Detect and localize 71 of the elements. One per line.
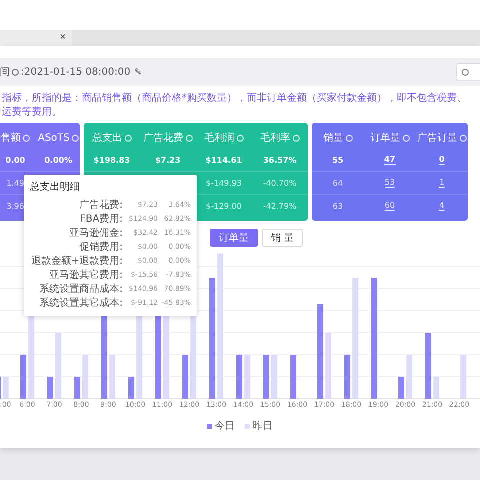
today-bar <box>74 377 80 399</box>
today-bar <box>20 355 26 399</box>
metric-tab[interactable]: 订单量 <box>210 229 258 247</box>
value-link[interactable]: 1 <box>439 178 445 188</box>
metric-value: 1.49 <box>6 178 24 188</box>
legend-label: 昨日 <box>253 420 273 433</box>
tooltip-title: 总支出明细 <box>30 180 81 194</box>
legend-label: 今日 <box>215 420 235 433</box>
yesterday-bar <box>272 355 278 399</box>
metric-value: 0.00% <box>44 156 72 164</box>
column-header: 毛利润 <box>204 131 244 145</box>
today-bar <box>48 377 54 399</box>
metric-value: $-149.93 <box>206 178 242 188</box>
cost-label: 系统设置商品成本: <box>38 282 123 296</box>
time-label: 间 <box>0 66 10 79</box>
value-link[interactable]: 53 <box>384 178 396 188</box>
today-bar <box>128 377 134 399</box>
metric-tab[interactable]: 销 量 <box>262 229 303 247</box>
yesterday-bar <box>110 355 116 399</box>
yesterday-bar <box>244 355 250 399</box>
value-link[interactable]: 60 <box>384 201 396 211</box>
cost-label: 广告花费: <box>78 198 123 212</box>
metric-value: $198.83 <box>94 156 130 164</box>
cost-label: 促销费用: <box>78 240 123 254</box>
metric-value: $114.61 <box>206 156 242 164</box>
metric-value: 3.96 <box>6 202 24 210</box>
yesterday-bar <box>434 377 440 399</box>
time-value: :2021-01-15 08:00:00 <box>21 66 131 78</box>
column-header: 售额 <box>1 131 30 145</box>
yesterday-bar <box>326 333 332 399</box>
value-link[interactable]: 4 <box>439 201 445 211</box>
notice-text: 指标，所指的是：商品销售额（商品价格*购买数量），而非订单金额（买家付款金额），即不包含税费、运费等费用。 <box>1 92 468 120</box>
metric-value: $-129.00 <box>206 202 242 210</box>
cost-label: 退款金额+退款费用: <box>30 254 123 268</box>
today-bar <box>344 355 350 399</box>
today-bar <box>398 377 404 399</box>
yesterday-bar <box>56 333 62 399</box>
column-header: 订单量 <box>370 131 410 145</box>
today-bar <box>426 333 432 399</box>
column-header: 广告订量 <box>418 131 466 145</box>
edit-button[interactable]: ✎ <box>132 67 143 77</box>
today-bar <box>182 355 188 399</box>
metric-value: 63 <box>332 202 344 210</box>
column-header: 广告花费 <box>144 131 192 145</box>
value-link[interactable]: 47 <box>384 155 396 165</box>
value-link[interactable]: 0 <box>439 155 445 165</box>
column-header: 销量 <box>324 131 352 145</box>
today-bar <box>264 355 270 399</box>
metric-value: 55 <box>332 156 344 164</box>
metric-value: $7.23 <box>155 156 181 164</box>
cost-label: FBA费用: <box>79 212 123 226</box>
close-button[interactable]: × <box>60 33 66 43</box>
metric-value: -42.79% <box>263 202 297 210</box>
metric-value: 0.00 <box>6 156 26 164</box>
cost-label: 亚马逊其它费用: <box>48 268 123 282</box>
info-icon <box>12 68 19 76</box>
column-header: 总支出 <box>92 131 132 145</box>
yesterday-bar <box>3 377 9 399</box>
metric-value: 64 <box>332 178 344 188</box>
cost-label: 系统设置其它成本: <box>38 296 123 310</box>
cost-label: 亚马逊佣金: <box>68 226 123 240</box>
today-bar <box>236 355 242 399</box>
yesterday-bar <box>406 355 412 399</box>
yesterday-bar <box>460 355 466 399</box>
yesterday-bar <box>82 355 88 399</box>
metric-value: -40.70% <box>263 178 297 188</box>
settings-button[interactable] <box>456 63 480 81</box>
column-header: ASoTS <box>38 132 79 144</box>
metric-value: 36.57% <box>263 156 297 164</box>
today-bar <box>290 355 296 399</box>
column-header: 毛利率 <box>260 131 300 145</box>
